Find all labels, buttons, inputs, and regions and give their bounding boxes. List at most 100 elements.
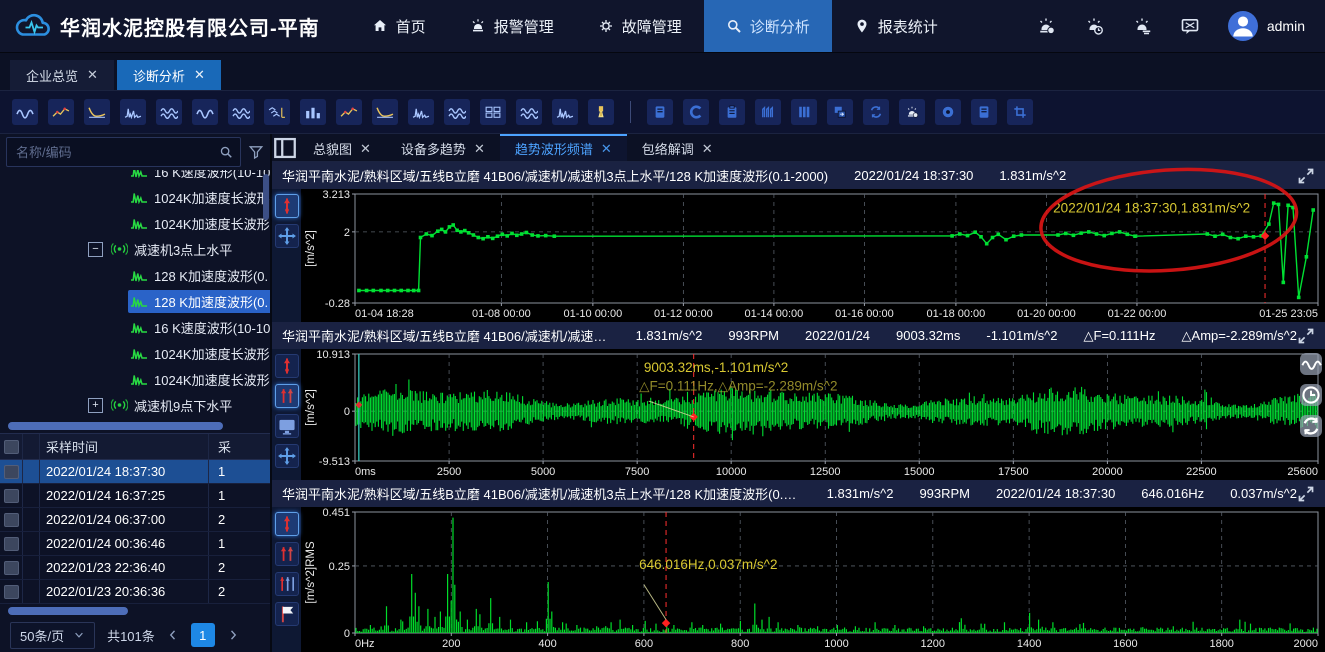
close-icon[interactable]: ✕ [601, 141, 612, 157]
fence-diagram-icon[interactable] [755, 99, 781, 125]
transfer-cycle-icon[interactable] [863, 99, 889, 125]
chart-plot[interactable]: 646.016Hz,0.037m/s^20.4510.2500Hz2004006… [301, 507, 1325, 652]
wrench-wave-icon[interactable] [84, 99, 110, 125]
multi-wave-icon[interactable] [516, 99, 542, 125]
alarm-siren-icon[interactable] [899, 99, 925, 125]
alarm-notification-icon[interactable] [1132, 16, 1152, 36]
row-checkbox[interactable] [4, 537, 19, 551]
prev-page-button[interactable] [167, 629, 179, 641]
fullscreen-expand-icon[interactable] [1297, 485, 1315, 503]
tree-leaf-7[interactable]: 1024K加速度长波形 [0, 340, 270, 366]
fullscreen-expand-icon[interactable] [1297, 327, 1315, 345]
double-cursor-tool[interactable] [275, 542, 299, 566]
tree-node-3[interactable]: −减速机3点上水平 [0, 236, 270, 262]
expand-node-icon[interactable]: + [88, 398, 103, 413]
alarm-settings-icon[interactable] [1036, 16, 1056, 36]
table-row-1[interactable]: 2022/01/24 16:37:25 1 [0, 484, 270, 508]
nav-item-3[interactable]: 诊断分析 [704, 0, 832, 52]
workspace-tab-1[interactable]: 诊断分析✕ [117, 60, 221, 90]
device-log-icon[interactable] [971, 99, 997, 125]
chart-plot[interactable]: 2022/01/24 18:37:30,1.831m/s^23.2132-0.2… [301, 189, 1325, 322]
search-box[interactable] [6, 137, 241, 167]
tree-leaf-0[interactable]: 16 K速度波形(10-10 [0, 170, 270, 184]
single-cursor-tool[interactable] [275, 354, 299, 378]
clipboard-report-icon[interactable] [719, 99, 745, 125]
column-list-icon[interactable] [791, 99, 817, 125]
nav-item-4[interactable]: 报表统计 [832, 0, 960, 52]
disc-icon[interactable] [683, 99, 709, 125]
axis-wave-icon[interactable] [192, 99, 218, 125]
next-page-button[interactable] [227, 629, 239, 641]
peak-analysis-icon[interactable] [552, 99, 578, 125]
chart-tab-0[interactable]: 总貌图✕ [298, 134, 386, 161]
table-row-4[interactable]: 2022/01/23 22:36:40 2 [0, 556, 270, 580]
close-icon[interactable]: ✕ [87, 67, 98, 83]
row-checkbox[interactable] [4, 513, 19, 527]
search-icon[interactable] [219, 145, 233, 159]
fullscreen-expand-icon[interactable] [1297, 167, 1315, 185]
row-checkbox[interactable] [4, 465, 19, 479]
pan-tool[interactable] [275, 224, 299, 248]
double-wave-icon[interactable] [156, 99, 182, 125]
user-menu[interactable]: admin [1228, 11, 1305, 41]
table-horizontal-scrollbar[interactable] [8, 607, 262, 615]
nav-item-1[interactable]: 报警管理 [448, 0, 576, 52]
layer-copy-icon[interactable] [827, 99, 853, 125]
device-record-icon[interactable] [647, 99, 673, 125]
tree-node-9[interactable]: +减速机9点下水平 [0, 392, 270, 418]
single-cursor-tool[interactable] [275, 194, 299, 218]
refresh-cycle-icon[interactable] [1300, 415, 1322, 437]
close-icon[interactable]: ✕ [194, 67, 205, 83]
stacked-wave-icon[interactable] [444, 99, 470, 125]
row-checkbox[interactable] [4, 489, 19, 503]
circle-badge-icon[interactable] [935, 99, 961, 125]
tree-node-10[interactable]: +减速机9点中水平 [0, 418, 270, 420]
chart-plot[interactable]: 9003.32ms,-1.101m/s^2△F=0.111Hz,△Amp=-2.… [301, 349, 1325, 480]
spectrum-peaks-icon[interactable] [120, 99, 146, 125]
chart-tab-2[interactable]: 趋势波形频谱✕ [500, 134, 627, 161]
waveform-mode-icon[interactable] [1300, 353, 1322, 375]
tree-leaf-6[interactable]: 16 K速度波形(10-10 [0, 314, 270, 340]
close-icon[interactable]: ✕ [474, 141, 485, 157]
triple-wave-icon[interactable] [228, 99, 254, 125]
collapse-panel-icon[interactable] [272, 135, 298, 161]
table-row-3[interactable]: 2022/01/24 00:36:46 1 [0, 532, 270, 556]
flag-marker-tool[interactable] [275, 602, 299, 626]
bar-chart-icon[interactable] [300, 99, 326, 125]
bathtub-curve-icon[interactable] [372, 99, 398, 125]
nav-item-0[interactable]: 首页 [350, 0, 448, 52]
cascade-plot-icon[interactable] [264, 99, 290, 125]
tree-leaf-1[interactable]: 1024K加速度长波形 [0, 184, 270, 210]
page-size-select[interactable]: 50条/页 [10, 622, 95, 649]
trend-line-icon[interactable] [48, 99, 74, 125]
table-row-5[interactable]: 2022/01/23 20:36:36 2 [0, 580, 270, 604]
pan-tool[interactable] [275, 444, 299, 468]
page-number-button[interactable]: 1 [191, 623, 215, 647]
header-checkbox[interactable] [4, 440, 19, 454]
message-icon[interactable] [1180, 16, 1200, 36]
quad-grid-icon[interactable] [480, 99, 506, 125]
table-row-2[interactable]: 2022/01/24 06:37:00 2 [0, 508, 270, 532]
alarm-clock-icon[interactable] [1084, 16, 1104, 36]
tree-vertical-scrollbar[interactable] [263, 174, 269, 220]
row-checkbox[interactable] [4, 561, 19, 575]
tree-leaf-8[interactable]: 1024K加速度长波形 [0, 366, 270, 392]
fa-spectrum-icon[interactable] [408, 99, 434, 125]
tree-leaf-5[interactable]: 128 K加速度波形(0. [0, 288, 270, 314]
table-row-0[interactable]: 2022/01/24 18:37:30 1 [0, 460, 270, 484]
flashlight-icon[interactable] [588, 99, 614, 125]
chart-tab-1[interactable]: 设备多趋势✕ [386, 134, 500, 161]
single-cursor-tool[interactable] [275, 512, 299, 536]
screen-tool[interactable] [275, 414, 299, 438]
tree-horizontal-scrollbar[interactable] [8, 422, 262, 430]
row-checkbox[interactable] [4, 585, 19, 599]
chart-tab-3[interactable]: 包络解调✕ [627, 134, 728, 161]
waveform-pair-icon[interactable] [12, 99, 38, 125]
tree-leaf-2[interactable]: 1024K加速度长波形 [0, 210, 270, 236]
nav-item-2[interactable]: 故障管理 [576, 0, 704, 52]
collapse-node-icon[interactable]: − [88, 242, 103, 257]
tree-leaf-4[interactable]: 128 K加速度波形(0. [0, 262, 270, 288]
red-trend-icon[interactable] [336, 99, 362, 125]
close-icon[interactable]: ✕ [702, 141, 713, 157]
history-clock-icon[interactable] [1300, 384, 1322, 406]
